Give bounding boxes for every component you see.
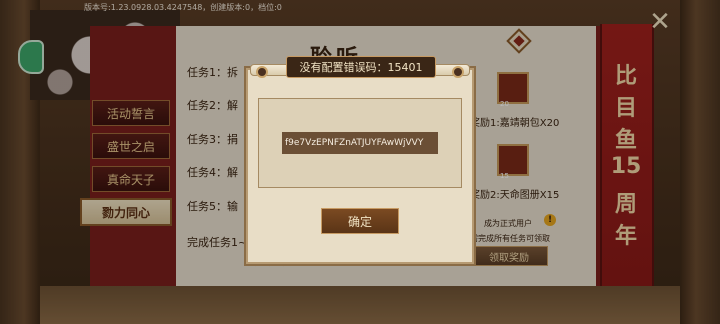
dialog-title: 没有配置错误码：15401 (286, 56, 436, 78)
scroll-knob-left (256, 66, 268, 78)
error-code-text: f9e7VzEPNFZnATJUYFAwWjVVY (282, 132, 438, 154)
confirm-button[interactable]: 确定 (321, 208, 399, 234)
game-scene: 聆听 活动誓言 盛世之启 真命天子 勠力同心 任务1：拆 任务2：解 任务3：捐… (0, 0, 720, 324)
scroll-knob-right (452, 66, 464, 78)
